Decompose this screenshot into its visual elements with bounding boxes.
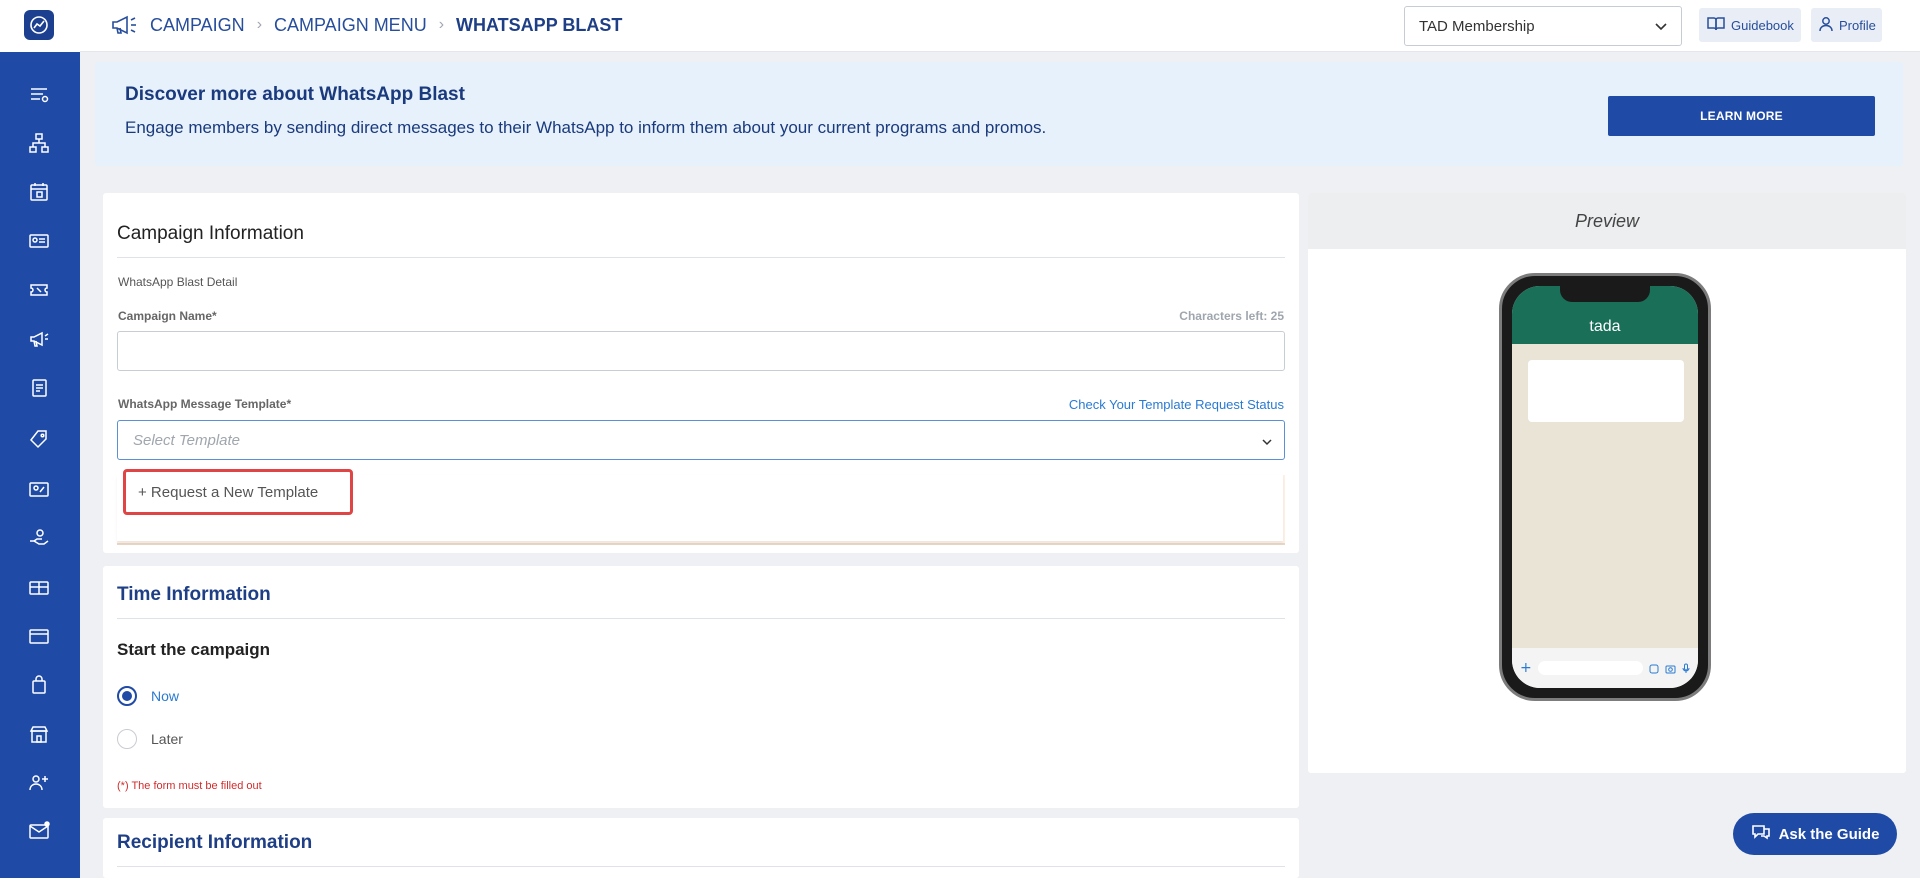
voucher-icon[interactable] xyxy=(24,474,54,504)
chevron-right-icon: › xyxy=(256,16,263,33)
breadcrumb-current: WHATSAPP BLAST xyxy=(456,14,623,35)
sidebar xyxy=(0,0,80,878)
plus-icon: + xyxy=(1520,660,1532,676)
sticker-icon xyxy=(1649,659,1659,678)
credit-card-icon[interactable] xyxy=(24,621,54,651)
chevron-right-icon: › xyxy=(438,16,445,33)
camera-icon xyxy=(1665,659,1676,678)
time-information-card: Time Information Start the campaign Now … xyxy=(103,566,1299,808)
profile-button[interactable]: Profile xyxy=(1811,8,1882,42)
start-campaign-label: Start the campaign xyxy=(117,640,271,659)
gift-card-icon[interactable] xyxy=(24,572,54,602)
radio-now-button[interactable] xyxy=(117,686,137,706)
ticket-icon[interactable] xyxy=(24,275,54,305)
message-bubble xyxy=(1528,360,1684,422)
preview-title: Preview xyxy=(1308,193,1906,249)
calendar-icon[interactable] xyxy=(24,177,54,207)
recipient-information-title: Recipient Information xyxy=(117,832,313,853)
whatsapp-blast-detail-label: WhatsApp Blast Detail xyxy=(118,275,238,289)
ask-the-guide-button[interactable]: Ask the Guide xyxy=(1733,813,1897,855)
profile-label: Profile xyxy=(1839,17,1876,33)
mail-icon[interactable] xyxy=(24,816,54,846)
breadcrumb-campaign-menu[interactable]: CAMPAIGN MENU xyxy=(274,15,427,36)
store-icon[interactable] xyxy=(24,719,54,749)
learn-more-button[interactable]: LEARN MORE xyxy=(1608,96,1875,136)
banner-description: Engage members by sending direct message… xyxy=(125,118,1047,137)
user-icon xyxy=(1819,16,1833,35)
megaphone-icon xyxy=(110,14,138,36)
campaign-information-title: Campaign Information xyxy=(117,223,304,244)
chevron-down-icon xyxy=(1655,18,1667,35)
chat-input-bar: + xyxy=(1512,648,1698,688)
template-select-placeholder: Select Template xyxy=(133,431,241,449)
divider xyxy=(117,257,1285,258)
required-note: (*) The form must be filled out xyxy=(117,780,262,792)
ask-the-guide-label: Ask the Guide xyxy=(1778,825,1880,843)
membership-select[interactable]: TAD Membership xyxy=(1404,6,1682,46)
breadcrumb: CAMPAIGN › CAMPAIGN MENU › WHATSAPP BLAS… xyxy=(110,14,622,36)
member-card-icon[interactable] xyxy=(24,226,54,256)
divider xyxy=(117,866,1285,867)
info-banner: Discover more about WhatsApp Blast Engag… xyxy=(95,62,1903,166)
radio-now[interactable]: Now xyxy=(117,686,179,706)
template-select[interactable]: Select Template xyxy=(117,420,1285,460)
breadcrumb-campaign[interactable]: CAMPAIGN xyxy=(150,15,245,36)
membership-select-value: TAD Membership xyxy=(1419,17,1535,35)
chevron-down-icon xyxy=(1262,431,1272,450)
chat-bubbles-icon xyxy=(1751,823,1771,845)
time-information-title: Time Information xyxy=(117,584,271,605)
list-icon[interactable] xyxy=(24,80,54,110)
phone-mockup: tada + xyxy=(1499,273,1711,701)
shopping-bag-icon[interactable] xyxy=(24,670,54,700)
request-new-template-option[interactable]: + Request a New Template xyxy=(123,469,353,515)
phone-screen: tada + xyxy=(1512,286,1698,688)
radio-later-label: Later xyxy=(151,731,183,747)
guidebook-label: Guidebook xyxy=(1731,17,1794,33)
microphone-icon xyxy=(1682,659,1690,678)
chat-input xyxy=(1537,661,1643,675)
recipient-information-card: Recipient Information xyxy=(103,818,1299,878)
radio-later-button[interactable] xyxy=(117,729,137,749)
reward-hand-icon[interactable] xyxy=(24,523,54,553)
chat-name: tada xyxy=(1589,318,1621,335)
check-template-status-link[interactable]: Check Your Template Request Status xyxy=(1069,397,1284,412)
preview-card: Preview tada + xyxy=(1308,193,1906,773)
org-chart-icon[interactable] xyxy=(24,128,54,158)
campaign-name-input[interactable] xyxy=(117,331,1285,371)
megaphone-icon[interactable] xyxy=(24,324,54,354)
phone-notch xyxy=(1560,286,1650,302)
tag-icon[interactable] xyxy=(24,424,54,454)
banner-title: Discover more about WhatsApp Blast xyxy=(125,84,465,105)
campaign-information-card: Campaign Information WhatsApp Blast Deta… xyxy=(103,193,1299,553)
characters-left-counter: Characters left: 25 xyxy=(1179,309,1284,323)
radio-later[interactable]: Later xyxy=(117,729,183,749)
campaign-name-label: Campaign Name* xyxy=(118,309,217,323)
template-label: WhatsApp Message Template* xyxy=(118,397,292,411)
radio-now-label: Now xyxy=(151,688,180,704)
guidebook-button[interactable]: Guidebook xyxy=(1699,8,1801,42)
logo-area xyxy=(0,0,80,52)
app-logo-icon[interactable] xyxy=(24,10,54,40)
document-icon[interactable] xyxy=(24,373,54,403)
add-user-icon[interactable] xyxy=(24,768,54,798)
divider xyxy=(117,618,1285,619)
book-icon xyxy=(1707,16,1725,35)
